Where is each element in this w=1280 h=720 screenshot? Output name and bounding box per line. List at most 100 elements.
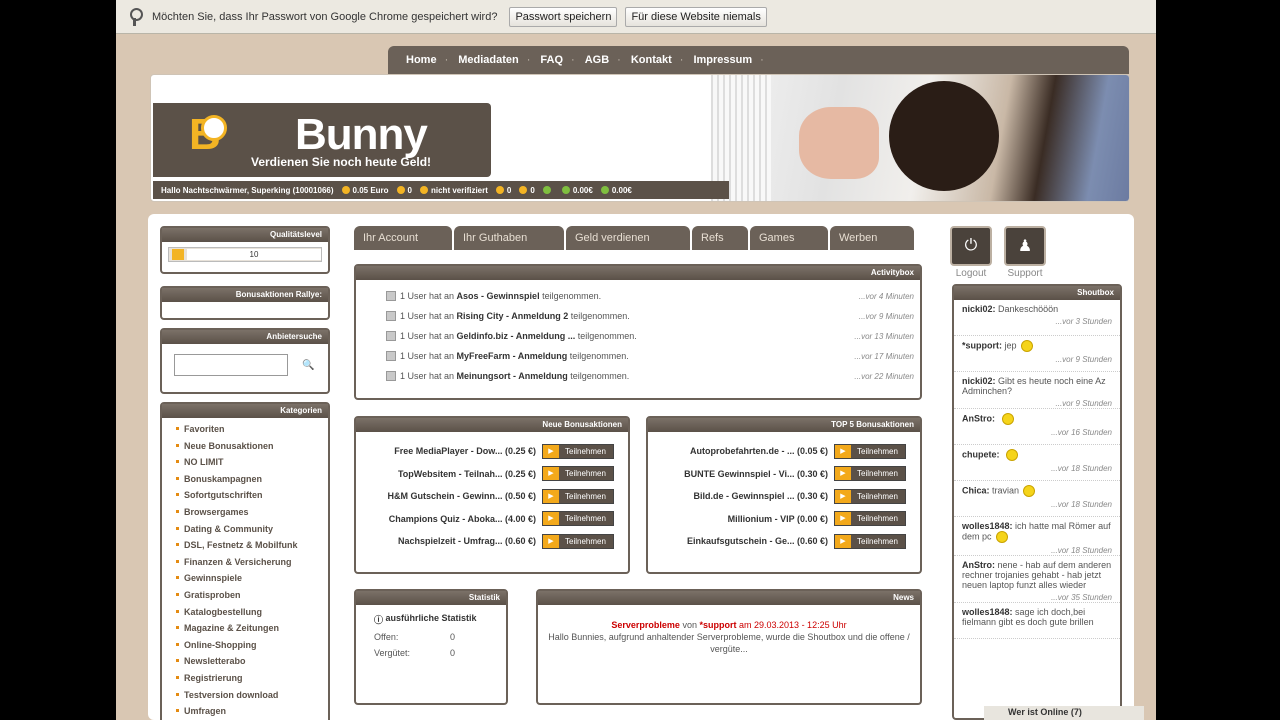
- document-icon: [386, 371, 396, 381]
- category-online-shopping[interactable]: Online-Shopping: [176, 640, 328, 657]
- category-registrierung[interactable]: Registrierung: [176, 673, 328, 690]
- category-neue-bonusaktionen[interactable]: Neue Bonusaktionen: [176, 441, 328, 458]
- verified-status[interactable]: nicht verifiziert: [431, 186, 488, 195]
- category-bonuskampagnen[interactable]: Bonuskampagnen: [176, 474, 328, 491]
- logo-tagline: Verdienen Sie noch heute Geld!: [251, 155, 432, 169]
- document-icon: [386, 291, 396, 301]
- shoutbox: Shoutbox nicki02: Dankeschööön ...vor 3 S…: [952, 284, 1122, 720]
- smiley-icon: [1006, 449, 1019, 461]
- logout-button[interactable]: ⏻ Logout: [950, 226, 998, 279]
- euro-icon: [600, 186, 609, 194]
- activity-link[interactable]: Rising City - Anmeldung 2: [457, 311, 569, 321]
- participate-button[interactable]: Teilnehmen: [542, 466, 614, 482]
- money-icon: [561, 186, 570, 194]
- tab-werben[interactable]: Werben: [830, 226, 914, 250]
- logo[interactable]: BnusBunny Verdienen Sie noch heute Geld!: [153, 103, 491, 177]
- person-image: [889, 81, 999, 191]
- status-value-5: 0.00€: [611, 185, 632, 195]
- activity-link[interactable]: MyFreeFarm - Anmeldung: [457, 351, 568, 361]
- nav-impressum[interactable]: Impressum: [693, 54, 752, 66]
- participate-button[interactable]: Teilnehmen: [542, 511, 614, 527]
- save-password-button[interactable]: Passwort speichern: [509, 6, 618, 27]
- search-box: Anbietersuche 🔍: [160, 328, 330, 394]
- bonus-item: Autoprobefahrten.de - ... (0.05 €)Teilne…: [648, 440, 920, 463]
- category-favoriten[interactable]: Favoriten: [176, 424, 328, 441]
- balance-euro: 0.05 Euro: [352, 185, 389, 195]
- category-katalogbestellung[interactable]: Katalogbestellung: [176, 607, 328, 624]
- top-bonus-list: Autoprobefahrten.de - ... (0.05 €)Teilne…: [648, 432, 920, 553]
- category-umfragen[interactable]: Umfragen: [176, 706, 328, 720]
- key-icon: [128, 7, 143, 26]
- participate-button[interactable]: Teilnehmen: [834, 488, 906, 504]
- bonus-item: Einkaufsgutschein - Ge... (0.60 €)Teilne…: [648, 530, 920, 553]
- check-icon: [542, 186, 551, 194]
- participate-button[interactable]: Teilnehmen: [542, 488, 614, 504]
- nav-home[interactable]: Home: [406, 54, 437, 66]
- top-bonus-box: TOP 5 Bonusaktionen Autoprobefahrten.de …: [646, 416, 922, 574]
- participate-button[interactable]: Teilnehmen: [834, 511, 906, 527]
- category-no-limit[interactable]: NO LIMIT: [176, 457, 328, 474]
- activity-link[interactable]: Geldinfo.biz - Anmeldung ...: [457, 331, 576, 341]
- shout-entry: wolles1848: sage ich doch,bei fielmann g…: [954, 603, 1120, 639]
- tab-account[interactable]: Ihr Account: [354, 226, 452, 250]
- search-title: Anbietersuche: [162, 330, 328, 344]
- smiley-icon: [1001, 413, 1014, 425]
- shout-entry: AnStro: nene - hab auf dem anderen rechn…: [954, 556, 1120, 603]
- who-is-online-bar[interactable]: Wer ist Online (7): [984, 706, 1144, 720]
- category-newsletterabo[interactable]: Newsletterabo: [176, 656, 328, 673]
- news-headline[interactable]: Serverprobleme: [611, 620, 680, 630]
- category-finanzen[interactable]: Finanzen & Versicherung: [176, 557, 328, 574]
- power-icon: ⏻: [950, 226, 992, 266]
- support-button[interactable]: ♟ Support: [1004, 226, 1052, 279]
- quality-title: Qualitätslevel: [162, 228, 328, 242]
- status-value-3: 0: [530, 185, 535, 195]
- category-testversion[interactable]: Testversion download: [176, 690, 328, 707]
- activity-link[interactable]: Asos - Gewinnspiel: [457, 291, 540, 301]
- nav-separator: ·: [679, 54, 684, 66]
- user-status-bar: Hallo Nachtschwärmer, Superking (1000106…: [153, 181, 729, 199]
- user-action-icons: ⏻ Logout ♟ Support: [950, 226, 1058, 279]
- tab-guthaben[interactable]: Ihr Guthaben: [454, 226, 564, 250]
- shout-entry: nicki02: Dankeschööön ...vor 3 Stunden: [954, 300, 1120, 336]
- nav-separator: ·: [617, 54, 621, 66]
- category-magazine[interactable]: Magazine & Zeitungen: [176, 623, 328, 640]
- quality-level-value: 10: [187, 249, 321, 260]
- top-navigation: Home · Mediadaten · FAQ · AGB · Kontakt · Imp…: [388, 46, 1129, 74]
- category-dating[interactable]: Dating & Community: [176, 524, 328, 541]
- tab-refs[interactable]: Refs: [692, 226, 748, 250]
- participate-button[interactable]: Teilnehmen: [834, 466, 906, 482]
- nav-kontakt[interactable]: Kontakt: [631, 54, 672, 66]
- bonus-item: BUNTE Gewinnspiel - Vi... (0.30 €)Teilne…: [648, 463, 920, 486]
- category-gratisproben[interactable]: Gratisproben: [176, 590, 328, 607]
- tab-games[interactable]: Games: [750, 226, 828, 250]
- category-dsl[interactable]: DSL, Festnetz & Mobilfunk: [176, 540, 328, 557]
- hands-image: [799, 107, 879, 179]
- shout-entry: AnStro: ...vor 16 Stunden: [954, 409, 1120, 445]
- category-sofortgutschriften[interactable]: Sofortgutschriften: [176, 490, 328, 507]
- search-icon[interactable]: 🔍: [302, 360, 314, 371]
- detailed-statistics-link[interactable]: ⓘ ausführliche Statistik: [356, 605, 506, 629]
- rally-title: Bonusaktionen Rallye:: [162, 288, 328, 302]
- participate-button[interactable]: Teilnehmen: [542, 443, 614, 459]
- document-icon: [386, 351, 396, 361]
- quality-box: Qualitätslevel 10: [160, 226, 330, 274]
- activity-item: 1 User hat an Asos - Gewinnspiel teilgen…: [356, 286, 920, 306]
- bonus-item: H&M Gutschein - Gewinn... (0.50 €)Teilne…: [356, 485, 628, 508]
- search-input[interactable]: [174, 354, 288, 376]
- statistics-title: Statistik: [356, 591, 506, 605]
- nav-mediadaten[interactable]: Mediadaten: [458, 54, 519, 66]
- tab-geld-verdienen[interactable]: Geld verdienen: [566, 226, 690, 250]
- browser-viewport: Möchten Sie, dass Ihr Passwort von Googl…: [116, 0, 1156, 720]
- category-gewinnspiele[interactable]: Gewinnspiele: [176, 573, 328, 590]
- category-browsergames[interactable]: Browsergames: [176, 507, 328, 524]
- participate-button[interactable]: Teilnehmen: [542, 533, 614, 549]
- user-greeting: Hallo Nachtschwärmer, Superking (1000106…: [161, 185, 334, 195]
- nav-faq[interactable]: FAQ: [540, 54, 563, 66]
- categories-list: Favoriten Neue Bonusaktionen NO LIMIT Bo…: [162, 418, 328, 720]
- never-save-button[interactable]: Für diese Website niemals: [625, 6, 767, 27]
- participate-button[interactable]: Teilnehmen: [834, 443, 906, 459]
- activity-link[interactable]: Meinungsort - Anmeldung: [457, 371, 568, 381]
- participate-button[interactable]: Teilnehmen: [834, 533, 906, 549]
- level-marker-icon: [172, 249, 184, 260]
- nav-agb[interactable]: AGB: [585, 54, 609, 66]
